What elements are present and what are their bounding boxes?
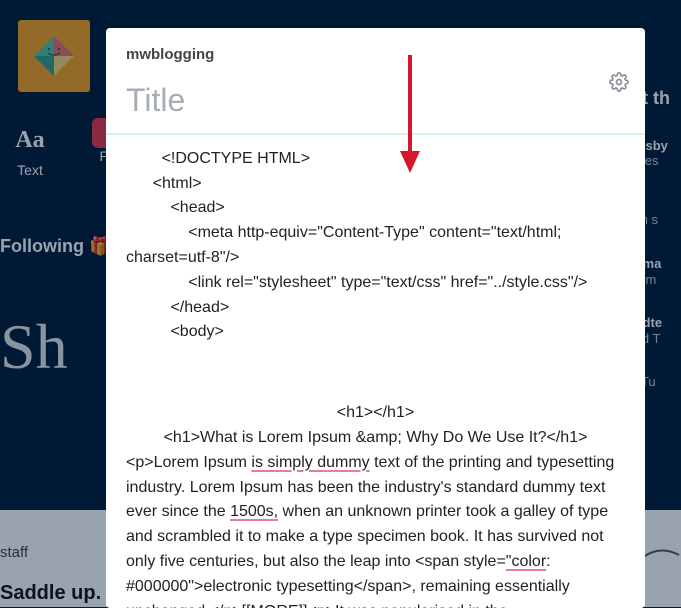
saddle-heading: Saddle up. [0,582,101,605]
h1-empty: <h1></h1> [126,401,625,426]
following-label: Following [0,236,84,256]
gear-icon[interactable] [609,72,629,97]
post-editor-modal: mwblogging <!DOCTYPE HTML> <html> <head>… [106,28,645,608]
text-icon: Aa [8,118,52,162]
code-line: <link rel="stylesheet" type="text/css" h… [126,271,625,296]
h1-title: <h1>What is Lorem Ipsum &amp; Why Do We … [126,426,625,451]
code-line: <body> [126,320,625,345]
title-input[interactable] [106,64,645,133]
paragraph: <h1></h1> <h1>What is Lorem Ipsum &amp; … [126,401,625,608]
code-line: <html> [126,172,625,197]
diamond-icon [30,32,78,80]
following-tab[interactable]: Following 🎁 [0,236,111,257]
spellcheck-underline: "color [506,553,546,570]
code-line: <!DOCTYPE HTML> [126,147,625,172]
post-type-label: Text [17,162,43,178]
blog-name[interactable]: mwblogging [126,46,214,63]
code-line: <head> [126,196,625,221]
blog-avatar[interactable] [18,20,90,92]
post-type-text[interactable]: Aa Text [8,118,52,178]
staff-label[interactable]: staff [0,544,28,561]
hero-signature: Sh [0,310,68,384]
post-body[interactable]: <!DOCTYPE HTML> <html> <head> <meta http… [106,135,645,608]
spellcheck-underline: is simply dummy [251,454,369,471]
code-line: </head> [126,296,625,321]
seg: <p>Lorem Ipsum [126,454,251,471]
spellcheck-underline: 1500s, [230,503,278,520]
code-line: <meta http-equiv="Content-Type" content=… [126,221,625,271]
